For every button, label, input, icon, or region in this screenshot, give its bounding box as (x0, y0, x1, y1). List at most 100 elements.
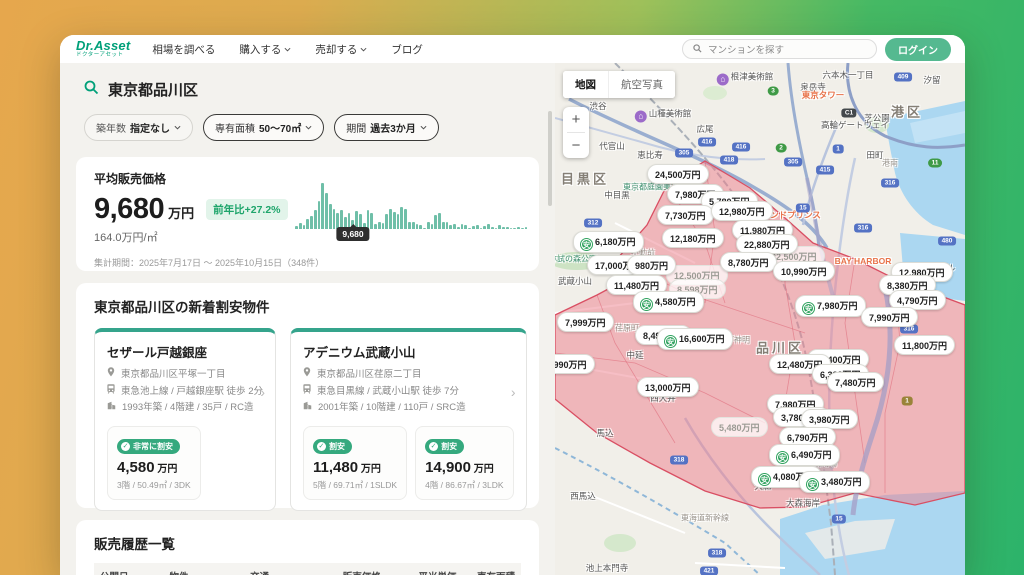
map-label-text: 六本木一丁目 (822, 70, 873, 80)
map-label-text: 馬込 (596, 428, 613, 438)
price-marker[interactable]: 24,500万円 (647, 164, 709, 184)
route-badge: 318 (708, 549, 726, 558)
price-marker[interactable]: 12,980万円 (711, 201, 773, 221)
price-marker-text: 4,790万円 (897, 296, 938, 306)
map-label: 広尾 (696, 123, 713, 135)
building-icon (107, 400, 116, 417)
price-marker[interactable]: 安6,490万円 (769, 444, 840, 466)
price-marker[interactable]: 11,800万円 (894, 335, 955, 355)
price-marker[interactable]: 13,000万円 (637, 377, 699, 397)
filter-chip-1[interactable]: 専有面積50〜70㎡ (203, 114, 324, 141)
price-marker[interactable]: 10,990万円 (773, 261, 835, 281)
zoom-out-button[interactable]: − (563, 133, 589, 158)
histogram-bar (453, 224, 456, 229)
zoom-in-button[interactable]: + (563, 107, 589, 132)
nav-item-label: 売却する (315, 42, 357, 57)
map-label: 馬込 (596, 427, 613, 439)
map-label: BAY HARBOR (835, 256, 892, 266)
museum-icon: ⌂ (635, 111, 647, 123)
nav-search-box[interactable]: マンションを探す (682, 39, 877, 59)
price-marker-text: 10,990万円 (781, 267, 827, 277)
map-label: 田町 (866, 149, 883, 161)
price-marker[interactable]: 3,980万円 (801, 409, 858, 429)
price-marker[interactable]: 安16,600万円 (657, 328, 733, 350)
unit-listing[interactable]: ✓割安11,480 万円5階 / 69.71㎡ / 1SLDK (303, 426, 407, 500)
left-panel: 東京都品川区 築年数指定なし専有面積50〜70㎡期間過去3か月 平均販売価格 9… (60, 63, 555, 575)
price-marker-text: 12,980万円 (719, 207, 765, 217)
building-icon (303, 400, 312, 417)
price-marker[interactable]: 22,880万円 (736, 234, 798, 254)
histogram-bar (419, 225, 422, 229)
filter-value: 指定なし (130, 120, 170, 135)
price-marker[interactable]: 5,480万円 (711, 417, 768, 437)
map-label: 武蔵小山 (558, 275, 592, 287)
filter-chip-0[interactable]: 築年数指定なし (84, 114, 193, 141)
route-badge: 316 (854, 224, 872, 233)
top-navbar: Dr.Asset ドクターアセット 相場を調べる 購入する 売却する ブログ マンショ… (60, 35, 965, 63)
map-type-map-button[interactable]: 地図 (563, 71, 608, 98)
map-label-text: 根津美術館 (731, 72, 774, 82)
price-marker[interactable]: 7,999万円 (557, 312, 614, 332)
map[interactable]: 目黒区港区品川区中目黒渋谷代官山恵比寿広尾六本木一丁目汐留芝公園田町泉岳寺高輪ゲ… (555, 63, 965, 575)
histogram-bar (382, 223, 385, 229)
map-type-satellite-button[interactable]: 航空写真 (608, 71, 675, 98)
price-marker[interactable]: 980万円 (627, 255, 676, 275)
map-overlay: 目黒区港区品川区中目黒渋谷代官山恵比寿広尾六本木一丁目汐留芝公園田町泉岳寺高輪ゲ… (555, 63, 965, 575)
price-marker[interactable]: 12,180万円 (662, 228, 724, 248)
histogram-bar (487, 224, 490, 229)
login-button[interactable]: ログイン (885, 38, 951, 61)
map-label-text: 山種美術館 (649, 109, 692, 119)
price-marker[interactable]: 7,480万円 (827, 372, 884, 392)
filter-chip-2[interactable]: 期間過去3か月 (334, 114, 439, 141)
property-card-1[interactable]: アデニウム武蔵小山東京都品川区荏原二丁目東急目黒線 / 武蔵小山駅 徒歩 7分2… (290, 328, 527, 511)
histogram-bar (483, 226, 486, 229)
nav-item-1[interactable]: 購入する (239, 42, 291, 57)
histogram-bar (525, 227, 528, 229)
chevron-right-icon[interactable]: › (260, 384, 265, 400)
histogram-bar (446, 222, 449, 229)
filter-value: 過去3か月 (370, 120, 416, 135)
price-marker[interactable]: 安4,580万円 (633, 291, 704, 313)
logo-title: Dr.Asset (76, 39, 130, 52)
chevron-right-icon[interactable]: › (511, 384, 516, 400)
price-marker[interactable]: 7,990万円 (861, 307, 918, 327)
property-card-0[interactable]: セザール戸越銀座東京都品川区平塚一丁目東急池上線 / 戸越銀座駅 徒歩 2分19… (94, 328, 276, 511)
price-marker[interactable]: 10,990万円 (555, 354, 595, 374)
price-marker-text: 12,180万円 (670, 234, 716, 244)
histogram-bar (461, 224, 464, 229)
nav-item-label: 相場を調べる (152, 42, 215, 57)
map-label: 渋谷 (589, 100, 606, 112)
price-histogram[interactable]: 9,680 (295, 183, 527, 239)
histogram-bar (457, 227, 460, 229)
logo[interactable]: Dr.Asset ドクターアセット (76, 39, 130, 59)
price-marker[interactable]: 8,780万円 (720, 252, 777, 272)
filter-chips: 築年数指定なし専有面積50〜70㎡期間過去3か月 (60, 108, 555, 145)
price-marker-text: 7,990万円 (869, 313, 910, 323)
price-marker-text: 7,480万円 (835, 378, 876, 388)
bargain-marker-icon: 安 (807, 479, 818, 490)
property-info-text: 2001年築 / 10階建 / 110戸 / SRC造 (318, 400, 466, 417)
scrollbar[interactable] (548, 111, 552, 206)
nav-item-3[interactable]: ブログ (391, 42, 423, 57)
aggregation-period: 集計期間：2025年7月17日 〜 2025年10月15日（348件） (94, 256, 521, 269)
unit-listing[interactable]: ✓割安14,900 万円4階 / 86.67㎡ / 3LDK (415, 426, 513, 500)
nav-item-2[interactable]: 売却する (315, 42, 367, 57)
map-label-text: 代官山 (599, 141, 625, 151)
price-marker-text: 7,980万円 (817, 301, 858, 311)
property-info-row: 東京都品川区荏原二丁目 (303, 367, 514, 384)
route-badge: 3 (768, 87, 779, 96)
nav-item-0[interactable]: 相場を調べる (152, 42, 215, 57)
unit-list: ✓割安11,480 万円5階 / 69.71㎡ / 1SLDK✓割安14,900… (303, 426, 514, 500)
property-info-row: 東急目黒線 / 武蔵小山駅 徒歩 7分 (303, 384, 514, 401)
bargain-badge: ✓非常に割安 (117, 439, 180, 454)
map-label: 港区 (891, 102, 923, 121)
price-marker[interactable]: 安7,980万円 (795, 295, 866, 317)
unit-listing[interactable]: ✓非常に割安4,580 万円3階 / 50.49㎡ / 3DK (107, 426, 201, 500)
map-label: 港南 (882, 158, 898, 169)
unit-spec: 3階 / 50.49㎡ / 3DK (117, 479, 191, 491)
area-search[interactable]: 東京都品川区 (60, 63, 555, 108)
histogram-bar (325, 193, 328, 229)
price-marker[interactable]: 7,730万円 (657, 205, 714, 225)
price-marker[interactable]: 安3,480万円 (799, 471, 870, 493)
price-marker[interactable]: 安6,180万円 (573, 231, 644, 253)
